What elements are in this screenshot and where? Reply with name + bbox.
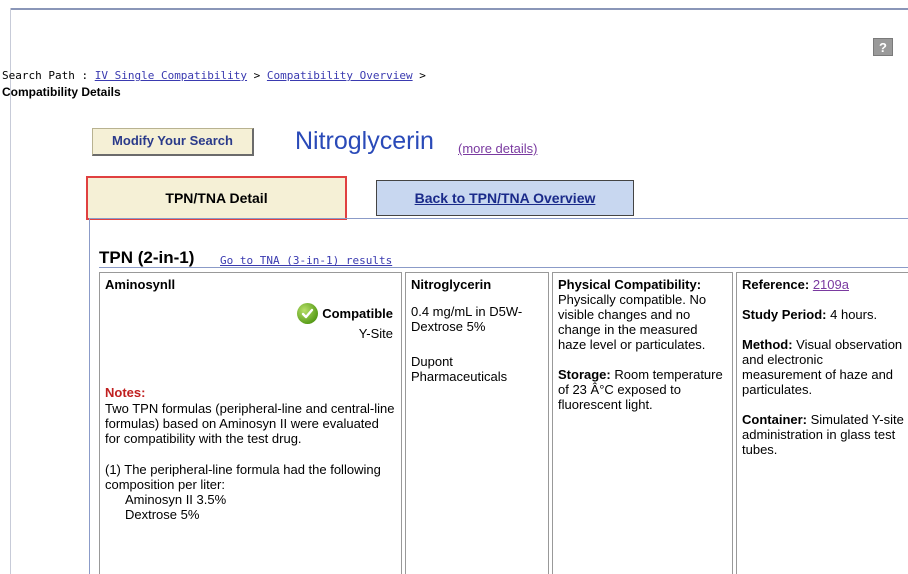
study-text: 4 hours. — [826, 307, 878, 322]
solution-cell: Aminosynll Compatible Y-Site Notes: Two … — [99, 272, 402, 574]
breadcrumb-separator: > — [247, 69, 267, 82]
tna-results-link[interactable]: Go to TNA (3-in-1) results — [220, 254, 392, 267]
notes-paragraph: Two TPN formulas (peripheral-line and ce… — [105, 401, 395, 446]
container-label: Container: — [742, 412, 807, 427]
compatibility-cell: Physical Compatibility: Physically compa… — [552, 272, 733, 574]
route-label: Y-Site — [358, 326, 393, 341]
reference-label: Reference: — [742, 277, 810, 292]
check-icon — [297, 303, 319, 324]
breadcrumb: Search Path : IV Single Compatibility > … — [2, 69, 426, 82]
breadcrumb-separator: > — [412, 69, 426, 82]
physical-compatibility: Physical Compatibility: Physically compa… — [558, 277, 727, 352]
notes-body: Two TPN formulas (peripheral-line and ce… — [105, 401, 397, 522]
breadcrumb-prefix: Search Path : — [2, 69, 95, 82]
notes-paragraph: (1) The peripheral-line formula had the … — [105, 462, 381, 492]
study-label: Study Period: — [742, 307, 827, 322]
modify-search-button[interactable]: Modify Your Search — [92, 128, 254, 156]
tab-tpn-tna-detail[interactable]: TPN/TNA Detail — [86, 176, 347, 220]
method-label: Method: — [742, 337, 793, 352]
breadcrumb-current: Compatibility Details — [2, 85, 121, 99]
breadcrumb-link-iv-single[interactable]: IV Single Compatibility — [95, 69, 247, 82]
method: Method: Visual observation and electroni… — [742, 337, 904, 397]
section-title: TPN (2-in-1) — [99, 248, 195, 267]
breadcrumb-link-overview[interactable]: Compatibility Overview — [267, 69, 413, 82]
container: Container: Simulated Y-site administrati… — [742, 412, 904, 457]
manufacturer: Dupont Pharmaceuticals — [411, 354, 508, 384]
help-button[interactable]: ? — [873, 38, 893, 56]
storage-info: Storage: Room temperature of 23 Â°C expo… — [558, 367, 727, 412]
notes-heading: Notes: — [105, 385, 146, 400]
study-period: Study Period: 4 hours. — [742, 307, 904, 322]
physical-label: Physical Compatibility: — [558, 277, 702, 292]
page-title: Nitroglycerin — [295, 127, 434, 155]
drug-concentration: 0.4 mg/mL in D5W-Dextrose 5% — [411, 304, 523, 334]
top-divider — [10, 8, 908, 10]
drug-cell: Nitroglycerin 0.4 mg/mL in D5W-Dextrose … — [405, 272, 549, 574]
tab-back-to-overview[interactable]: Back to TPN/TNA Overview — [376, 180, 634, 216]
status-label: Compatible — [322, 306, 393, 321]
reference-cell: Reference: 2109a Study Period: 4 hours. … — [736, 272, 908, 574]
storage-label: Storage: — [558, 367, 611, 382]
section-divider — [99, 267, 908, 268]
physical-text: Physically compatible. No visible change… — [558, 292, 707, 352]
drug-name: Nitroglycerin — [411, 277, 492, 292]
reference: Reference: 2109a — [742, 277, 904, 292]
more-details-link[interactable]: (more details) — [458, 141, 537, 156]
notes-list-item: Dextrose 5% — [125, 507, 200, 522]
notes-list-item: Aminosyn II 3.5% — [125, 492, 227, 507]
compatibility-status: Compatible Y-Site — [297, 303, 393, 341]
reference-link[interactable]: 2109a — [813, 277, 849, 292]
solution-name: Aminosynll — [105, 277, 176, 292]
